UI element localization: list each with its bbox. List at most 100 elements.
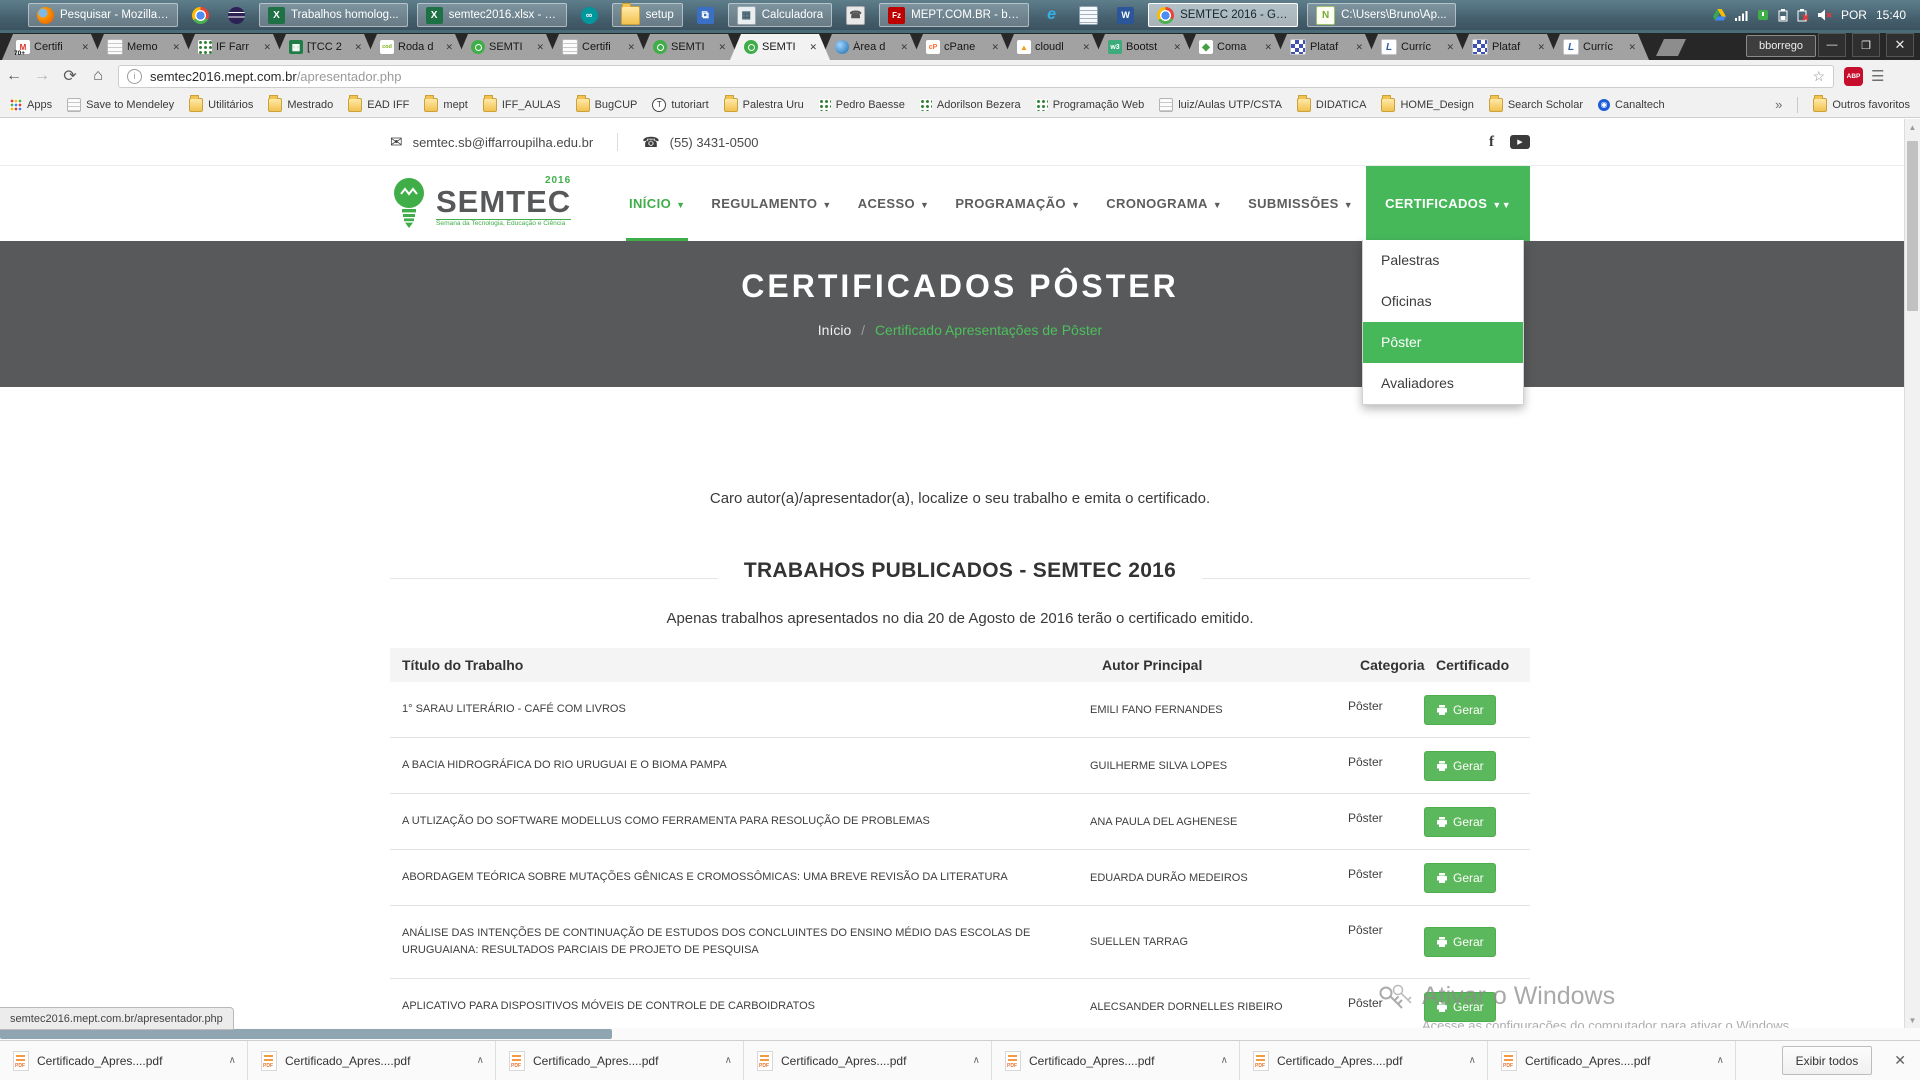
gdrive-icon[interactable] — [1713, 9, 1726, 21]
dropdown-item[interactable]: Oficinas — [1363, 281, 1523, 322]
dropdown-item[interactable]: Palestras — [1363, 240, 1523, 281]
bookmark-item[interactable]: mept — [424, 98, 467, 112]
address-bar[interactable]: semtec2016.mept.com.br /apresentador.php — [118, 65, 1834, 88]
scroll-down-icon[interactable] — [1905, 1012, 1920, 1028]
taskbar-button[interactable]: C:\Users\Bruno\Ap... — [1307, 3, 1455, 27]
taskbar-button[interactable]: setup — [612, 3, 683, 27]
browser-tab[interactable]: Certifi — [548, 34, 648, 60]
taskbar-button[interactable] — [223, 3, 250, 27]
close-tab-icon[interactable] — [536, 42, 544, 53]
dropdown-item[interactable]: Avaliadores — [1363, 363, 1523, 404]
restore-icon[interactable] — [1852, 33, 1880, 57]
browser-tab[interactable]: Curríc — [1549, 34, 1649, 60]
close-tab-icon[interactable] — [445, 42, 453, 53]
browser-tab[interactable]: 70+ Certifi — [2, 34, 102, 60]
contact-email[interactable]: semtec.sb@iffarroupilha.edu.br — [413, 135, 594, 150]
browser-tab[interactable]: Bootst — [1094, 34, 1194, 60]
taskbar-button[interactable]: semtec2016.xlsx - Ex... — [417, 3, 567, 27]
menu-item[interactable]: INÍCIO — [616, 166, 698, 241]
menu-item[interactable]: CRONOGRAMA — [1093, 166, 1235, 241]
bookmark-item[interactable]: Adorilson Bezera — [920, 99, 1021, 111]
bookmark-item[interactable]: BugCUP — [576, 98, 638, 112]
new-tab-button[interactable] — [1656, 39, 1686, 56]
browser-tab[interactable]: SEMTI — [639, 34, 739, 60]
home-icon[interactable] — [84, 64, 112, 88]
browser-tab[interactable]: cPane — [912, 34, 1012, 60]
close-tab-icon[interactable] — [991, 42, 999, 53]
minimize-icon[interactable] — [1818, 33, 1846, 57]
chrome-menu-icon[interactable] — [1871, 67, 1884, 85]
gerar-button[interactable]: Gerar — [1424, 695, 1496, 725]
taskbar-button[interactable] — [1112, 3, 1139, 27]
menu-item[interactable]: SUBMISSÕES — [1235, 166, 1366, 241]
breadcrumb-home[interactable]: Início — [818, 322, 851, 338]
taskbar-button[interactable]: Trabalhos homolog... — [259, 3, 408, 27]
taskbar-button[interactable] — [1074, 3, 1103, 27]
browser-tab[interactable]: Coma — [1185, 34, 1285, 60]
bookmark-star-icon[interactable] — [1812, 68, 1825, 85]
reload-icon[interactable] — [56, 64, 84, 88]
bookmark-item[interactable]: HOME_Design — [1381, 98, 1473, 112]
browser-tab[interactable]: SEMTI — [730, 34, 830, 60]
network-signal-icon[interactable] — [1735, 10, 1748, 21]
browser-tab[interactable]: IF Farr — [184, 34, 284, 60]
bookmark-item[interactable]: EAD IFF — [348, 98, 409, 112]
taskbar-button[interactable]: MEPT.COM.BR - br... — [879, 3, 1029, 27]
taskbar-button[interactable]: Calculadora — [728, 3, 832, 27]
vertical-scrollbar[interactable] — [1904, 119, 1920, 1028]
taskbar-button[interactable] — [841, 3, 870, 27]
close-tab-icon[interactable] — [1264, 42, 1272, 53]
bookmark-item[interactable]: Programação Web — [1036, 99, 1145, 111]
taskbar-button[interactable]: Pesquisar - Mozilla ... — [28, 3, 178, 27]
profile-name[interactable]: bborrego — [1746, 35, 1816, 57]
back-icon[interactable] — [0, 64, 28, 88]
taskbar-button[interactable] — [692, 3, 719, 27]
close-tab-icon[interactable] — [1628, 42, 1636, 53]
menu-item[interactable]: REGULAMENTO — [698, 166, 844, 241]
close-tab-icon[interactable] — [900, 42, 908, 53]
download-item[interactable]: Certificado_Apres....pdf — [0, 1041, 248, 1080]
chevron-up-icon[interactable] — [1221, 1055, 1228, 1066]
gerar-button[interactable]: Gerar — [1424, 863, 1496, 893]
gerar-button[interactable]: Gerar — [1424, 807, 1496, 837]
close-tab-icon[interactable] — [1446, 42, 1454, 53]
bookmark-item[interactable]: Save to Mendeley — [67, 98, 174, 112]
chevron-up-icon[interactable] — [229, 1055, 236, 1066]
taskbar-button[interactable] — [187, 3, 214, 27]
close-tab-icon[interactable] — [1355, 42, 1363, 53]
bookmarks-overflow-icon[interactable] — [1775, 97, 1782, 112]
volume-muted-icon[interactable] — [1818, 9, 1832, 21]
youtube-icon[interactable] — [1510, 135, 1530, 149]
chevron-up-icon[interactable] — [973, 1055, 980, 1066]
semtec-logo[interactable]: 2016 SEMTEC Semana da Tecnologia, Educaç… — [390, 176, 571, 232]
battery-error-icon[interactable] — [1797, 9, 1809, 22]
download-item[interactable]: Certificado_Apres....pdf — [248, 1041, 496, 1080]
vertical-scrollbar-thumb[interactable] — [1907, 141, 1918, 311]
bookmark-item[interactable]: Canaltech — [1598, 99, 1665, 111]
download-item[interactable]: Certificado_Apres....pdf — [744, 1041, 992, 1080]
browser-tab[interactable]: Plataf — [1458, 34, 1558, 60]
close-tab-icon[interactable] — [1537, 42, 1545, 53]
close-icon[interactable] — [1886, 33, 1914, 57]
close-tab-icon[interactable] — [263, 42, 271, 53]
forward-icon[interactable] — [28, 64, 56, 88]
bookmark-item[interactable]: Pedro Baesse — [819, 99, 905, 111]
download-item[interactable]: Certificado_Apres....pdf — [992, 1041, 1240, 1080]
close-tab-icon[interactable] — [1173, 42, 1181, 53]
browser-tab[interactable]: Memo — [93, 34, 193, 60]
browser-tab[interactable]: cloudl — [1003, 34, 1103, 60]
close-tab-icon[interactable] — [354, 42, 362, 53]
gerar-button[interactable]: Gerar — [1424, 751, 1496, 781]
browser-tab[interactable]: SEMTI — [457, 34, 557, 60]
browser-tab[interactable]: Curríc — [1367, 34, 1467, 60]
gerar-button[interactable]: Gerar — [1424, 927, 1496, 957]
close-tab-icon[interactable] — [627, 42, 635, 53]
download-item[interactable]: Certificado_Apres....pdf — [496, 1041, 744, 1080]
chevron-up-icon[interactable] — [1717, 1055, 1724, 1066]
menu-item[interactable]: ACESSO — [845, 166, 943, 241]
bookmark-item[interactable]: Apps — [10, 99, 52, 111]
bookmark-item[interactable]: Mestrado — [268, 98, 333, 112]
bookmark-item[interactable]: Palestra Uru — [724, 98, 804, 112]
browser-tab[interactable]: Área d — [821, 34, 921, 60]
dropdown-item[interactable]: Pôster — [1363, 322, 1523, 363]
